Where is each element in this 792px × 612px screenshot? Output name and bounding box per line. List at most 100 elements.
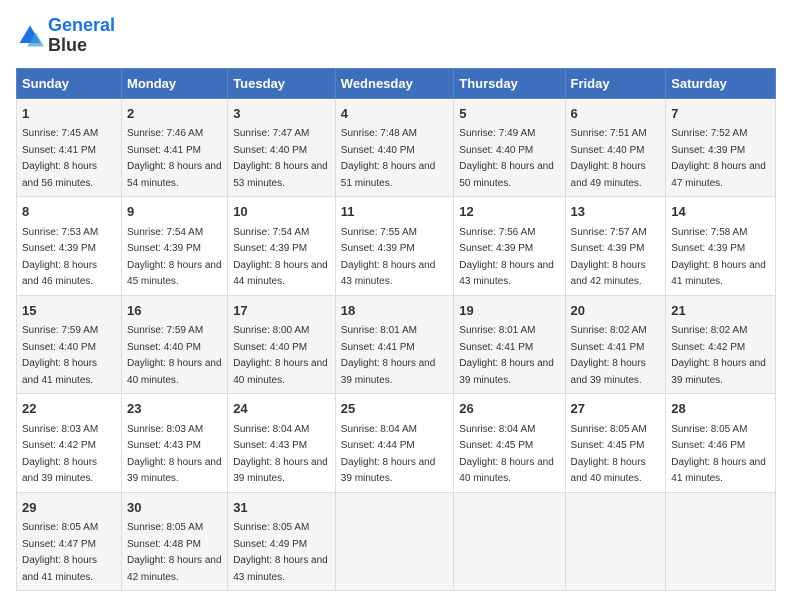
daylight-info: Daylight: 8 hours and 47 minutes. bbox=[671, 161, 766, 189]
calendar-cell: 30 Sunrise: 8:05 AM Sunset: 4:48 PM Dayl… bbox=[122, 492, 228, 591]
sunset-info: Sunset: 4:42 PM bbox=[671, 342, 745, 353]
day-number: 2 bbox=[127, 104, 222, 124]
sunrise-info: Sunrise: 7:46 AM bbox=[127, 128, 203, 139]
sunrise-info: Sunrise: 7:49 AM bbox=[459, 128, 535, 139]
sunset-info: Sunset: 4:41 PM bbox=[22, 145, 96, 156]
calendar-cell: 14 Sunrise: 7:58 AM Sunset: 4:39 PM Dayl… bbox=[666, 197, 776, 296]
sunset-info: Sunset: 4:45 PM bbox=[459, 440, 533, 451]
calendar-cell: 9 Sunrise: 7:54 AM Sunset: 4:39 PM Dayli… bbox=[122, 197, 228, 296]
weekday-header-saturday: Saturday bbox=[666, 68, 776, 98]
day-number: 15 bbox=[22, 301, 116, 321]
calendar-cell: 20 Sunrise: 8:02 AM Sunset: 4:41 PM Dayl… bbox=[565, 295, 666, 394]
weekday-header-wednesday: Wednesday bbox=[335, 68, 454, 98]
sunset-info: Sunset: 4:45 PM bbox=[571, 440, 645, 451]
sunset-info: Sunset: 4:44 PM bbox=[341, 440, 415, 451]
daylight-info: Daylight: 8 hours and 56 minutes. bbox=[22, 161, 97, 189]
daylight-info: Daylight: 8 hours and 39 minutes. bbox=[459, 358, 554, 386]
calendar-cell: 21 Sunrise: 8:02 AM Sunset: 4:42 PM Dayl… bbox=[666, 295, 776, 394]
logo-text: General Blue bbox=[48, 16, 115, 56]
sunset-info: Sunset: 4:41 PM bbox=[341, 342, 415, 353]
daylight-info: Daylight: 8 hours and 39 minutes. bbox=[22, 457, 97, 485]
sunset-info: Sunset: 4:41 PM bbox=[459, 342, 533, 353]
day-number: 11 bbox=[341, 202, 449, 222]
day-number: 18 bbox=[341, 301, 449, 321]
calendar-cell: 3 Sunrise: 7:47 AM Sunset: 4:40 PM Dayli… bbox=[228, 98, 336, 197]
daylight-info: Daylight: 8 hours and 50 minutes. bbox=[459, 161, 554, 189]
daylight-info: Daylight: 8 hours and 39 minutes. bbox=[341, 358, 436, 386]
sunset-info: Sunset: 4:39 PM bbox=[127, 243, 201, 254]
calendar-cell: 31 Sunrise: 8:05 AM Sunset: 4:49 PM Dayl… bbox=[228, 492, 336, 591]
sunset-info: Sunset: 4:40 PM bbox=[22, 342, 96, 353]
calendar-cell: 16 Sunrise: 7:59 AM Sunset: 4:40 PM Dayl… bbox=[122, 295, 228, 394]
sunset-info: Sunset: 4:48 PM bbox=[127, 539, 201, 550]
day-number: 21 bbox=[671, 301, 770, 321]
calendar-cell: 18 Sunrise: 8:01 AM Sunset: 4:41 PM Dayl… bbox=[335, 295, 454, 394]
day-number: 10 bbox=[233, 202, 330, 222]
calendar-cell: 2 Sunrise: 7:46 AM Sunset: 4:41 PM Dayli… bbox=[122, 98, 228, 197]
sunrise-info: Sunrise: 8:02 AM bbox=[671, 325, 747, 336]
day-number: 24 bbox=[233, 399, 330, 419]
week-row-2: 8 Sunrise: 7:53 AM Sunset: 4:39 PM Dayli… bbox=[17, 197, 776, 296]
daylight-info: Daylight: 8 hours and 43 minutes. bbox=[341, 260, 436, 288]
sunrise-info: Sunrise: 7:59 AM bbox=[127, 325, 203, 336]
weekday-header-thursday: Thursday bbox=[454, 68, 565, 98]
calendar-cell: 12 Sunrise: 7:56 AM Sunset: 4:39 PM Dayl… bbox=[454, 197, 565, 296]
calendar-cell bbox=[335, 492, 454, 591]
sunset-info: Sunset: 4:39 PM bbox=[671, 243, 745, 254]
day-number: 3 bbox=[233, 104, 330, 124]
sunset-info: Sunset: 4:39 PM bbox=[671, 145, 745, 156]
logo-icon bbox=[16, 22, 44, 50]
calendar-cell: 5 Sunrise: 7:49 AM Sunset: 4:40 PM Dayli… bbox=[454, 98, 565, 197]
weekday-header-friday: Friday bbox=[565, 68, 666, 98]
calendar-cell: 23 Sunrise: 8:03 AM Sunset: 4:43 PM Dayl… bbox=[122, 394, 228, 493]
weekday-header-row: SundayMondayTuesdayWednesdayThursdayFrid… bbox=[17, 68, 776, 98]
sunrise-info: Sunrise: 7:58 AM bbox=[671, 227, 747, 238]
sunrise-info: Sunrise: 8:03 AM bbox=[22, 424, 98, 435]
daylight-info: Daylight: 8 hours and 43 minutes. bbox=[233, 555, 328, 583]
weekday-header-sunday: Sunday bbox=[17, 68, 122, 98]
sunset-info: Sunset: 4:39 PM bbox=[571, 243, 645, 254]
day-number: 19 bbox=[459, 301, 559, 321]
calendar-cell: 25 Sunrise: 8:04 AM Sunset: 4:44 PM Dayl… bbox=[335, 394, 454, 493]
sunset-info: Sunset: 4:46 PM bbox=[671, 440, 745, 451]
calendar-cell: 22 Sunrise: 8:03 AM Sunset: 4:42 PM Dayl… bbox=[17, 394, 122, 493]
sunrise-info: Sunrise: 7:59 AM bbox=[22, 325, 98, 336]
daylight-info: Daylight: 8 hours and 41 minutes. bbox=[22, 555, 97, 583]
sunset-info: Sunset: 4:40 PM bbox=[233, 145, 307, 156]
sunrise-info: Sunrise: 7:48 AM bbox=[341, 128, 417, 139]
daylight-info: Daylight: 8 hours and 39 minutes. bbox=[127, 457, 222, 485]
sunrise-info: Sunrise: 8:01 AM bbox=[341, 325, 417, 336]
sunset-info: Sunset: 4:42 PM bbox=[22, 440, 96, 451]
day-number: 27 bbox=[571, 399, 661, 419]
sunrise-info: Sunrise: 8:04 AM bbox=[233, 424, 309, 435]
weekday-header-monday: Monday bbox=[122, 68, 228, 98]
sunset-info: Sunset: 4:39 PM bbox=[22, 243, 96, 254]
sunset-info: Sunset: 4:49 PM bbox=[233, 539, 307, 550]
day-number: 25 bbox=[341, 399, 449, 419]
calendar-cell: 17 Sunrise: 8:00 AM Sunset: 4:40 PM Dayl… bbox=[228, 295, 336, 394]
daylight-info: Daylight: 8 hours and 41 minutes. bbox=[22, 358, 97, 386]
week-row-1: 1 Sunrise: 7:45 AM Sunset: 4:41 PM Dayli… bbox=[17, 98, 776, 197]
day-number: 6 bbox=[571, 104, 661, 124]
daylight-info: Daylight: 8 hours and 40 minutes. bbox=[127, 358, 222, 386]
day-number: 4 bbox=[341, 104, 449, 124]
sunset-info: Sunset: 4:40 PM bbox=[459, 145, 533, 156]
calendar-table: SundayMondayTuesdayWednesdayThursdayFrid… bbox=[16, 68, 776, 592]
day-number: 1 bbox=[22, 104, 116, 124]
week-row-4: 22 Sunrise: 8:03 AM Sunset: 4:42 PM Dayl… bbox=[17, 394, 776, 493]
sunset-info: Sunset: 4:47 PM bbox=[22, 539, 96, 550]
calendar-cell: 6 Sunrise: 7:51 AM Sunset: 4:40 PM Dayli… bbox=[565, 98, 666, 197]
day-number: 9 bbox=[127, 202, 222, 222]
daylight-info: Daylight: 8 hours and 49 minutes. bbox=[571, 161, 646, 189]
calendar-cell: 28 Sunrise: 8:05 AM Sunset: 4:46 PM Dayl… bbox=[666, 394, 776, 493]
day-number: 26 bbox=[459, 399, 559, 419]
day-number: 14 bbox=[671, 202, 770, 222]
sunrise-info: Sunrise: 7:57 AM bbox=[571, 227, 647, 238]
calendar-cell: 29 Sunrise: 8:05 AM Sunset: 4:47 PM Dayl… bbox=[17, 492, 122, 591]
sunrise-info: Sunrise: 7:47 AM bbox=[233, 128, 309, 139]
sunrise-info: Sunrise: 8:03 AM bbox=[127, 424, 203, 435]
sunset-info: Sunset: 4:40 PM bbox=[127, 342, 201, 353]
calendar-cell: 24 Sunrise: 8:04 AM Sunset: 4:43 PM Dayl… bbox=[228, 394, 336, 493]
calendar-cell: 13 Sunrise: 7:57 AM Sunset: 4:39 PM Dayl… bbox=[565, 197, 666, 296]
sunset-info: Sunset: 4:43 PM bbox=[127, 440, 201, 451]
